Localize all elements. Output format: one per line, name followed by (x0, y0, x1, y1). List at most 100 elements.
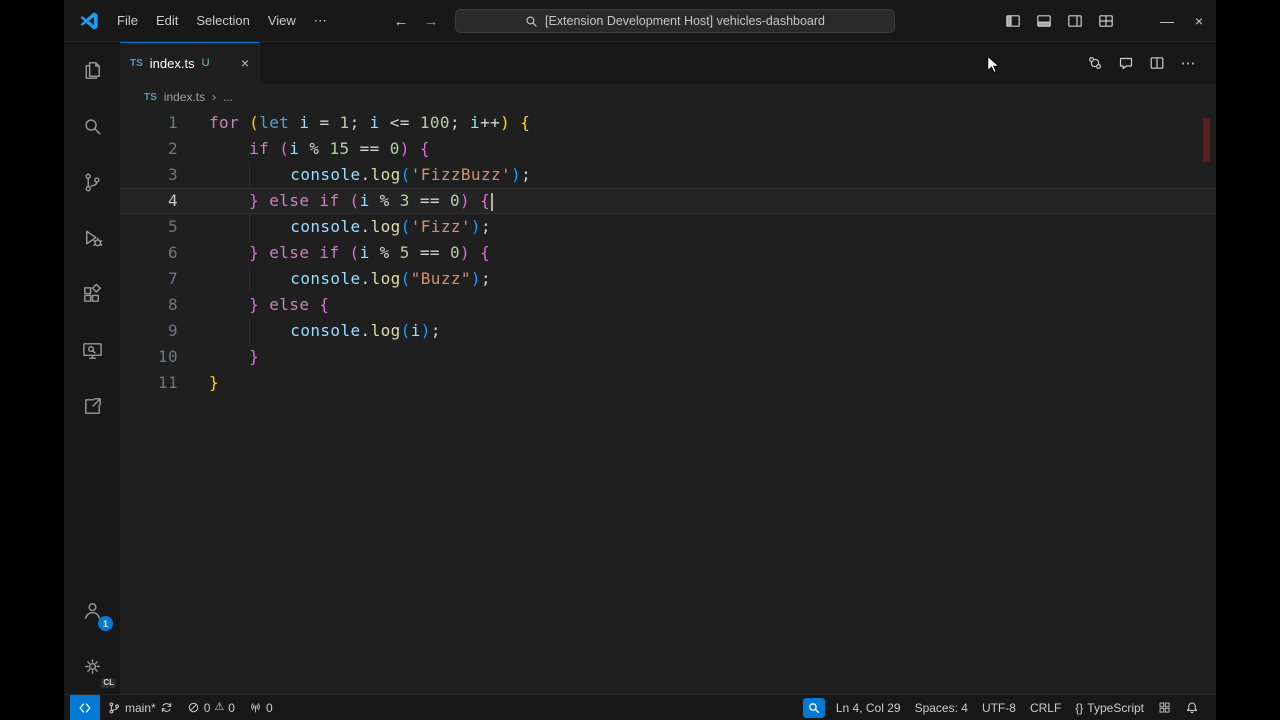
line-number: 4 (120, 188, 178, 214)
menu-overflow-icon[interactable]: ⋯ (305, 13, 336, 29)
menu-file[interactable]: File (108, 13, 147, 28)
menu-view[interactable]: View (259, 13, 305, 28)
code-text[interactable]: console.log(i); (178, 318, 441, 344)
encoding-status[interactable]: UTF-8 (975, 695, 1023, 720)
sync-icon (160, 701, 173, 714)
indentation-status[interactable]: Spaces: 4 (908, 695, 975, 720)
code-text[interactable]: } else { (178, 292, 329, 318)
code-text[interactable]: console.log('FizzBuzz'); (178, 162, 531, 188)
accounts-icon[interactable]: 1 (64, 582, 120, 638)
menu-bar: File Edit Selection View ⋯ (108, 0, 336, 41)
code-line[interactable]: 8 } else { (120, 292, 1216, 318)
code-text[interactable]: } else if (i % 5 == 0) { (178, 240, 490, 266)
code-line[interactable]: 1for (let i = 1; i <= 100; i++) { (120, 110, 1216, 136)
branch-status[interactable]: main* (100, 695, 180, 720)
code-text[interactable]: console.log("Buzz"); (178, 266, 491, 292)
line-number: 9 (120, 318, 178, 344)
code-text[interactable]: } (178, 344, 259, 370)
breadcrumb-file-icon: TS (144, 92, 157, 103)
vscode-window: File Edit Selection View ⋯ ← → [Extensio… (64, 0, 1216, 720)
eol-status[interactable]: CRLF (1023, 695, 1068, 720)
line-number: 1 (120, 110, 178, 136)
customize-layout-icon[interactable] (1094, 9, 1118, 33)
breadcrumb-symbol[interactable]: ... (223, 90, 233, 104)
explorer-icon[interactable] (64, 42, 120, 98)
activity-bar-spacer (64, 434, 120, 582)
accounts-badge: 1 (98, 616, 113, 631)
code-line[interactable]: 10 } (120, 344, 1216, 370)
code-line[interactable]: 4 } else if (i % 3 == 0) { (120, 188, 1216, 214)
remote-indicator[interactable] (70, 695, 100, 720)
minimize-window-icon[interactable]: — (1155, 9, 1179, 33)
menu-selection[interactable]: Selection (187, 13, 258, 28)
tab-bar: TS index.ts U × (120, 42, 1216, 84)
code-line[interactable]: 7 console.log("Buzz"); (120, 266, 1216, 292)
overview-ruler-marker (1203, 118, 1210, 162)
code-text[interactable]: for (let i = 1; i <= 100; i++) { (178, 110, 530, 136)
open-changes-icon[interactable] (1083, 51, 1107, 75)
line-number: 11 (120, 370, 178, 396)
split-editor-icon[interactable] (1145, 51, 1169, 75)
language-mode-status[interactable]: {} TypeScript (1068, 695, 1151, 720)
zoom-status[interactable] (803, 698, 825, 718)
activity-bar: 1 CL (64, 42, 120, 694)
code-line[interactable]: 9 console.log(i); (120, 318, 1216, 344)
radio-tower-icon (249, 701, 262, 714)
breadcrumb-file[interactable]: index.ts (164, 90, 205, 104)
code-line[interactable]: 2 if (i % 15 == 0) { (120, 136, 1216, 162)
search-icon (525, 15, 538, 28)
search-activity-icon[interactable] (64, 98, 120, 154)
error-count: 0 (204, 701, 211, 715)
code-lines[interactable]: 1for (let i = 1; i <= 100; i++) {2 if (i… (120, 110, 1216, 694)
extension-status-icon[interactable] (1151, 695, 1178, 720)
code-line[interactable]: 11} (120, 370, 1216, 396)
warning-count: 0 (228, 701, 235, 715)
tab-title: index.ts (150, 56, 195, 71)
status-bar-right: Ln 4, Col 29 Spaces: 4 UTF-8 CRLF {} Typ… (803, 695, 1216, 720)
editor-actions: ⋯ (1083, 42, 1216, 84)
braces-icon: {} (1075, 701, 1083, 715)
code-line[interactable]: 3 console.log('FizzBuzz'); (120, 162, 1216, 188)
back-icon[interactable]: ← (389, 9, 413, 33)
problems-status[interactable]: 0 ⚠ 0 (180, 695, 242, 720)
live-preview-icon[interactable] (64, 322, 120, 378)
status-bar: main* 0 ⚠ 0 0 Ln 4, Col 29 Spaces (64, 694, 1216, 720)
typescript-file-icon: TS (130, 58, 143, 69)
mouse-cursor (985, 55, 1003, 80)
notifications-bell-icon[interactable] (1178, 695, 1206, 720)
forward-icon[interactable]: → (419, 9, 443, 33)
tab-git-decoration: U (202, 57, 210, 69)
text-cursor (491, 193, 493, 211)
toggle-secondary-sidebar-icon[interactable] (1063, 9, 1087, 33)
code-text[interactable]: console.log('Fizz'); (178, 214, 491, 240)
run-debug-icon[interactable] (64, 210, 120, 266)
cursor-position-status[interactable]: Ln 4, Col 29 (829, 695, 908, 720)
manage-gear-icon[interactable]: CL (64, 638, 120, 694)
code-line[interactable]: 5 console.log('Fizz'); (120, 214, 1216, 240)
tab-close-icon[interactable]: × (241, 55, 249, 71)
branch-name: main* (125, 701, 156, 715)
breadcrumb[interactable]: TS index.ts › ... (120, 84, 1216, 110)
more-actions-icon[interactable]: ⋯ (1176, 51, 1200, 75)
toggle-panel-icon[interactable] (1032, 9, 1056, 33)
vscode-logo-icon (78, 10, 100, 32)
title-bar: File Edit Selection View ⋯ ← → [Extensio… (64, 0, 1216, 42)
gear-badge: CL (101, 678, 116, 688)
code-text[interactable]: if (i % 15 == 0) { (178, 136, 430, 162)
breadcrumb-separator-icon: › (212, 90, 216, 104)
close-window-icon[interactable]: × (1187, 9, 1211, 33)
code-text[interactable]: } else if (i % 3 == 0) { (178, 188, 493, 214)
code-text[interactable]: } (178, 370, 219, 396)
code-line[interactable]: 6 } else if (i % 5 == 0) { (120, 240, 1216, 266)
extensions-icon[interactable] (64, 266, 120, 322)
toggle-primary-sidebar-icon[interactable] (1001, 9, 1025, 33)
command-center[interactable]: [Extension Development Host] vehicles-da… (455, 9, 895, 33)
line-number: 6 (120, 240, 178, 266)
magnifier-icon (807, 701, 821, 715)
ports-status[interactable]: 0 (242, 695, 280, 720)
tab-index-ts[interactable]: TS index.ts U × (120, 42, 260, 84)
menu-edit[interactable]: Edit (147, 13, 187, 28)
source-control-icon[interactable] (64, 154, 120, 210)
chat-icon[interactable] (1114, 51, 1138, 75)
feedback-icon[interactable] (64, 378, 120, 434)
